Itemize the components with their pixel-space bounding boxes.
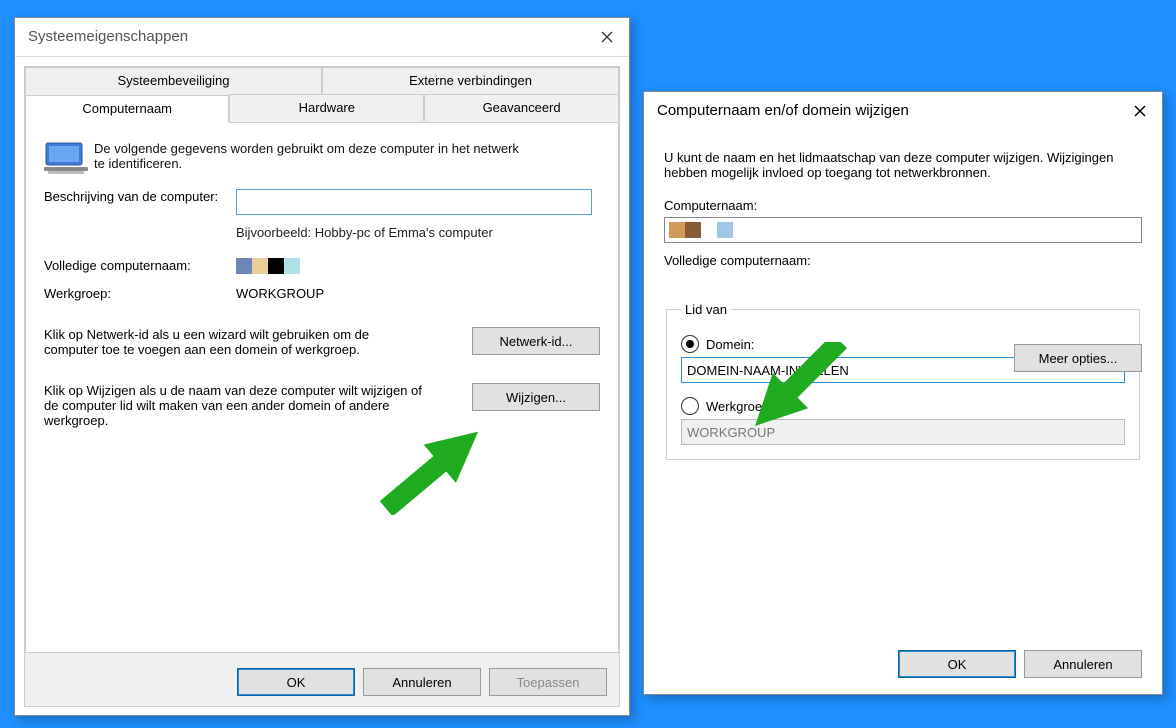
property-sheet: Systeembeveiliging Externe verbindingen … xyxy=(24,66,620,707)
dialog-button-row: OK Annuleren xyxy=(898,650,1142,678)
workgroup-input[interactable] xyxy=(681,419,1125,445)
apply-button[interactable]: Toepassen xyxy=(489,668,607,696)
tab-row-bottom: Computernaam Hardware Geavanceerd xyxy=(25,94,619,122)
tab-system-protection[interactable]: Systeembeveiliging xyxy=(25,67,322,94)
cancel-button[interactable]: Annuleren xyxy=(1024,650,1142,678)
close-icon[interactable] xyxy=(1118,92,1162,130)
tab-row-top: Systeembeveiliging Externe verbindingen xyxy=(25,67,619,94)
window-title: Systeemeigenschappen xyxy=(28,18,188,56)
dialog-button-row: OK Annuleren Toepassen xyxy=(237,668,607,696)
domain-radio[interactable] xyxy=(681,335,699,353)
label-computer-name: Computernaam: xyxy=(664,198,1142,213)
ok-button[interactable]: OK xyxy=(237,668,355,696)
system-properties-dialog: Systeemeigenschappen Systeembeveiliging … xyxy=(14,17,630,716)
member-of-legend: Lid van xyxy=(681,302,731,317)
label-computer-description: Beschrijving van de computer: xyxy=(44,189,236,215)
member-of-group: Lid van Domein: Werkgroep: xyxy=(666,302,1140,460)
full-computer-name-value xyxy=(236,258,300,274)
more-options-button[interactable]: Meer opties... xyxy=(1014,344,1142,372)
intro-paragraph: U kunt de naam en het lidmaatschap van d… xyxy=(664,150,1142,180)
change-text: Klik op Wijzigen als u de naam van deze … xyxy=(44,383,424,428)
workgroup-radio[interactable] xyxy=(681,397,699,415)
ok-button[interactable]: OK xyxy=(898,650,1016,678)
label-full-computer-name: Volledige computernaam: xyxy=(44,258,236,274)
window-title: Computernaam en/of domein wijzigen xyxy=(657,92,909,130)
titlebar[interactable]: Systeemeigenschappen xyxy=(15,18,629,57)
change-name-domain-dialog: Computernaam en/of domein wijzigen U kun… xyxy=(643,91,1163,695)
computer-name-input[interactable] xyxy=(664,217,1142,243)
tab-computer-name[interactable]: Computernaam xyxy=(25,95,229,123)
computer-description-input[interactable] xyxy=(236,189,592,215)
tab-hardware[interactable]: Hardware xyxy=(229,94,424,121)
change-button[interactable]: Wijzigen... xyxy=(472,383,600,411)
computer-name-value xyxy=(669,222,733,238)
label-full-computer-name: Volledige computernaam: xyxy=(664,253,1142,268)
dialog-content: U kunt de naam en het lidmaatschap van d… xyxy=(644,130,1162,694)
network-id-text: Klik op Netwerk-id als u een wizard wilt… xyxy=(44,327,424,357)
titlebar[interactable]: Computernaam en/of domein wijzigen xyxy=(644,92,1162,130)
tab-remote[interactable]: Externe verbindingen xyxy=(322,67,619,94)
computer-icon xyxy=(44,141,88,175)
description-hint: Bijvoorbeeld: Hobby-pc of Emma's compute… xyxy=(236,225,493,240)
intro-text: De volgende gegevens worden gebruikt om … xyxy=(94,141,524,175)
cancel-button[interactable]: Annuleren xyxy=(363,668,481,696)
network-id-button[interactable]: Netwerk-id... xyxy=(472,327,600,355)
tab-panel-computer-name: De volgende gegevens worden gebruikt om … xyxy=(25,122,619,653)
radio-row-workgroup[interactable]: Werkgroep: xyxy=(681,397,1125,415)
workgroup-value: WORKGROUP xyxy=(236,286,324,301)
workgroup-radio-label: Werkgroep: xyxy=(706,399,773,414)
domain-radio-label: Domein: xyxy=(706,337,754,352)
tab-advanced[interactable]: Geavanceerd xyxy=(424,94,619,121)
close-icon[interactable] xyxy=(585,18,629,56)
annotation-arrow-icon xyxy=(371,420,501,515)
label-workgroup: Werkgroep: xyxy=(44,286,236,301)
